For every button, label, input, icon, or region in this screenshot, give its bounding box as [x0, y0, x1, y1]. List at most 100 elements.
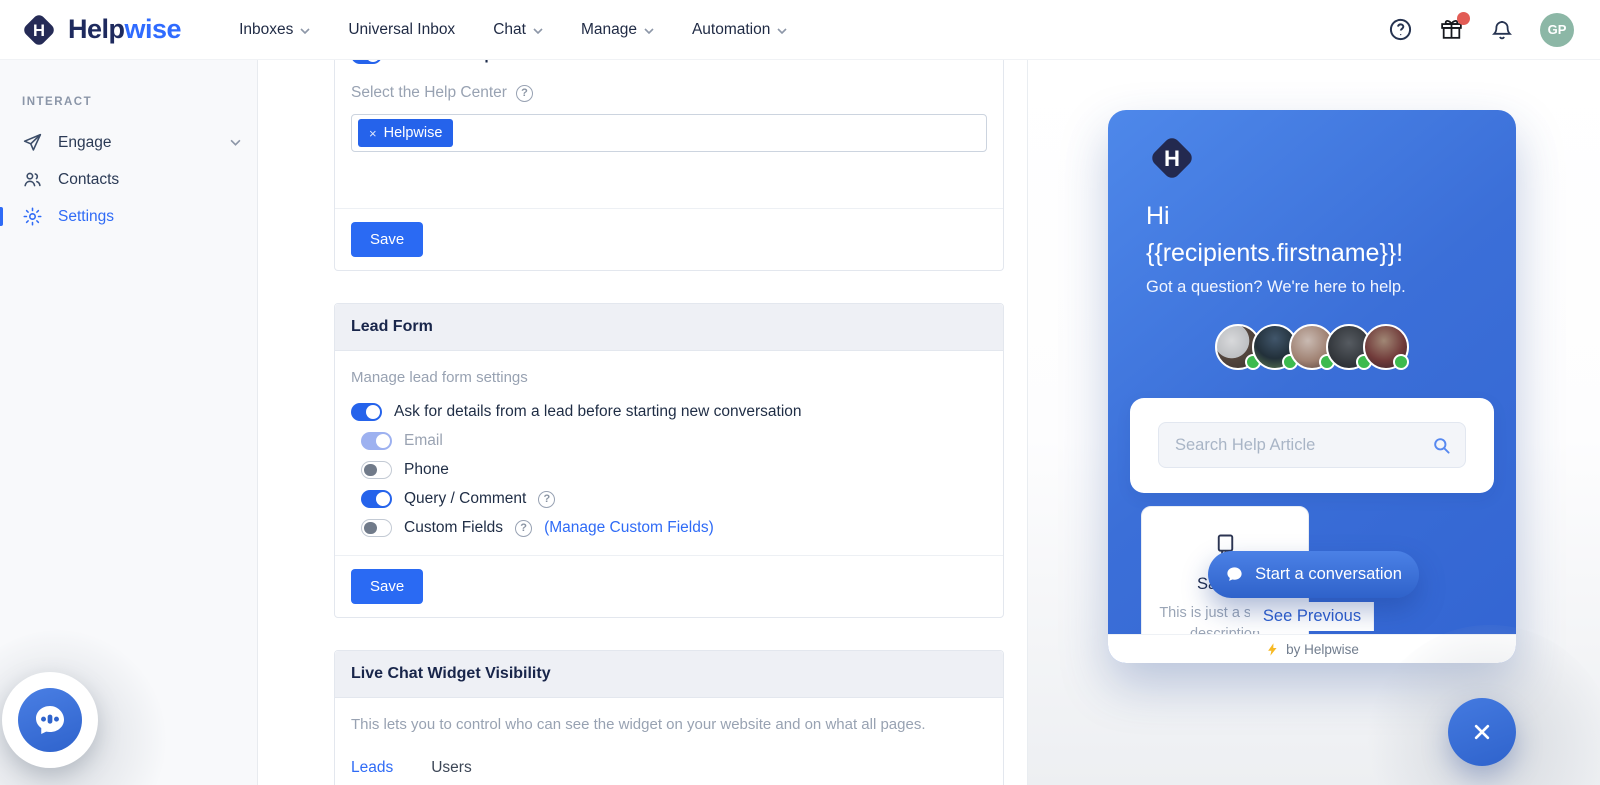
remove-tag-icon[interactable]: × [369, 126, 377, 141]
chevron-down-icon [533, 27, 543, 34]
people-icon [24, 172, 41, 187]
connect-help-center-toggle[interactable] [351, 60, 382, 64]
main-nav: Inboxes Universal Inbox Chat Manage Auto… [239, 21, 787, 39]
ask-details-row: Ask for details from a lead before start… [351, 403, 987, 421]
sidebar-item-engage[interactable]: Engage [0, 124, 257, 161]
manage-custom-fields-link[interactable]: (Manage Custom Fields) [544, 519, 714, 537]
nav-item-manage[interactable]: Manage [581, 21, 654, 39]
see-previous-link[interactable]: See Previous [1249, 602, 1375, 631]
gear-icon [23, 207, 42, 226]
start-conversation-button[interactable]: Start a conversation [1208, 551, 1419, 598]
brand-logo[interactable]: H Helpwise [18, 9, 182, 51]
email-row: Email [361, 432, 987, 450]
chat-bubble-icon [1227, 567, 1242, 581]
save-lead-form-button[interactable]: Save [351, 569, 424, 604]
connect-help-center-label: Connect Help Center [394, 60, 547, 64]
send-icon [23, 133, 42, 151]
sidebar-item-label: Contacts [58, 170, 120, 188]
email-toggle[interactable] [361, 432, 392, 450]
query-comment-row: Query / Comment ? [361, 490, 987, 508]
help-tooltip-icon[interactable]: ? [538, 490, 556, 508]
sidebar-item-contacts[interactable]: Contacts [0, 161, 257, 198]
lightning-bolt-icon [1268, 642, 1277, 656]
help-search-panel [1130, 398, 1494, 493]
search-icon[interactable] [1432, 436, 1451, 455]
ask-details-label: Ask for details from a lead before start… [394, 403, 802, 420]
sidebar-item-label: Settings [58, 207, 115, 225]
help-tooltip-icon[interactable]: ? [515, 84, 533, 102]
nav-item-automation[interactable]: Automation [692, 21, 787, 39]
agent-avatars [1108, 324, 1516, 370]
select-help-center-label: Select the Help Center [351, 84, 507, 101]
widget-visibility-title: Live Chat Widget Visibility [335, 651, 1003, 698]
greeting-line2: {{recipients.firstname}}! [1146, 239, 1404, 267]
notifications-button[interactable] [1490, 18, 1514, 42]
query-comment-toggle[interactable] [361, 490, 392, 508]
phone-label: Phone [404, 461, 449, 478]
help-tooltip-icon[interactable]: ? [515, 519, 533, 537]
help-button[interactable] [1388, 17, 1413, 42]
sidebar-item-label: Engage [58, 133, 112, 151]
widget-branding-footer: by Helpwise [1108, 634, 1516, 663]
selected-help-center-tag: × Helpwise [358, 119, 454, 147]
search-help-input[interactable] [1159, 435, 1432, 455]
sidebar-item-settings[interactable]: Settings [0, 198, 257, 235]
close-widget-button[interactable] [1448, 698, 1516, 766]
nav-label: Chat [493, 20, 526, 38]
chevron-down-icon [230, 139, 241, 146]
agent-avatar [1363, 324, 1409, 370]
greeting-line1: Hi [1146, 202, 1170, 230]
custom-fields-toggle[interactable] [361, 519, 392, 537]
helpwise-diamond-icon: H [18, 9, 60, 51]
widget-visibility-description: This lets you to control who can see the… [351, 716, 926, 733]
bell-icon [1492, 20, 1512, 39]
start-conversation-label: Start a conversation [1255, 565, 1402, 583]
close-icon [1474, 724, 1490, 740]
chat-widget-preview: H Hi {{recipients.firstname}}! Got a que… [1108, 110, 1516, 663]
lead-form-title: Lead Form [335, 304, 1003, 351]
notification-dot [1457, 12, 1470, 25]
brand-wordmark: Helpwise [68, 14, 182, 44]
help-search-box [1158, 422, 1466, 468]
helpwise-diamond-icon: H [1144, 130, 1200, 191]
user-avatar[interactable]: GP [1540, 12, 1574, 47]
save-help-center-button[interactable]: Save [351, 222, 424, 257]
phone-row: Phone [361, 461, 987, 479]
help-circle-icon [1389, 18, 1412, 41]
email-label: Email [404, 432, 443, 449]
lead-form-card: Lead Form Manage lead form settings Ask … [334, 303, 1004, 618]
tag-label: Helpwise [383, 125, 443, 141]
nav-label: Manage [580, 20, 637, 38]
chat-launcher-button[interactable] [18, 688, 82, 752]
connect-help-center-row: Connect Help Center [351, 60, 987, 64]
nav-item-universal-inbox[interactable]: Universal Inbox [348, 21, 455, 39]
top-navbar: H Helpwise Inboxes Universal Inbox Chat … [0, 0, 1600, 60]
nav-item-inboxes[interactable]: Inboxes [239, 21, 310, 39]
phone-toggle[interactable] [361, 461, 392, 479]
whats-new-button[interactable] [1439, 12, 1470, 42]
widget-subtitle: Got a question? We're here to help. [1146, 278, 1406, 296]
chevron-down-icon [644, 27, 654, 34]
branding-label: by Helpwise [1286, 641, 1359, 657]
tab-users[interactable]: Users [431, 759, 471, 785]
widget-greeting: Hi {{recipients.firstname}}! [1146, 198, 1403, 272]
query-comment-label: Query / Comment [404, 490, 527, 507]
tab-leads[interactable]: Leads [351, 759, 393, 785]
help-center-card: Connect Help Center Select the Help Cent… [334, 60, 1004, 271]
nav-item-chat[interactable]: Chat [493, 21, 543, 39]
ask-details-toggle[interactable] [351, 403, 382, 421]
lead-form-subtitle: Manage lead form settings [351, 369, 528, 386]
chevron-down-icon [300, 27, 310, 34]
nav-label: Universal Inbox [348, 20, 456, 38]
svg-text:H: H [33, 21, 45, 40]
visibility-tabs: Leads Users [351, 759, 987, 785]
navbar-actions: GP [1388, 12, 1574, 47]
help-center-select[interactable]: × Helpwise [351, 114, 987, 152]
sidebar-section-label: INTERACT [22, 96, 93, 108]
nav-label: Automation [691, 20, 771, 38]
select-help-center-label-row: Select the Help Center ? [351, 84, 987, 102]
chat-bubble-icon [36, 706, 64, 734]
settings-content: Connect Help Center Select the Help Cent… [258, 60, 1028, 785]
nav-label: Inboxes [239, 20, 294, 38]
widget-preview-panel: H Hi {{recipients.firstname}}! Got a que… [1028, 60, 1600, 785]
